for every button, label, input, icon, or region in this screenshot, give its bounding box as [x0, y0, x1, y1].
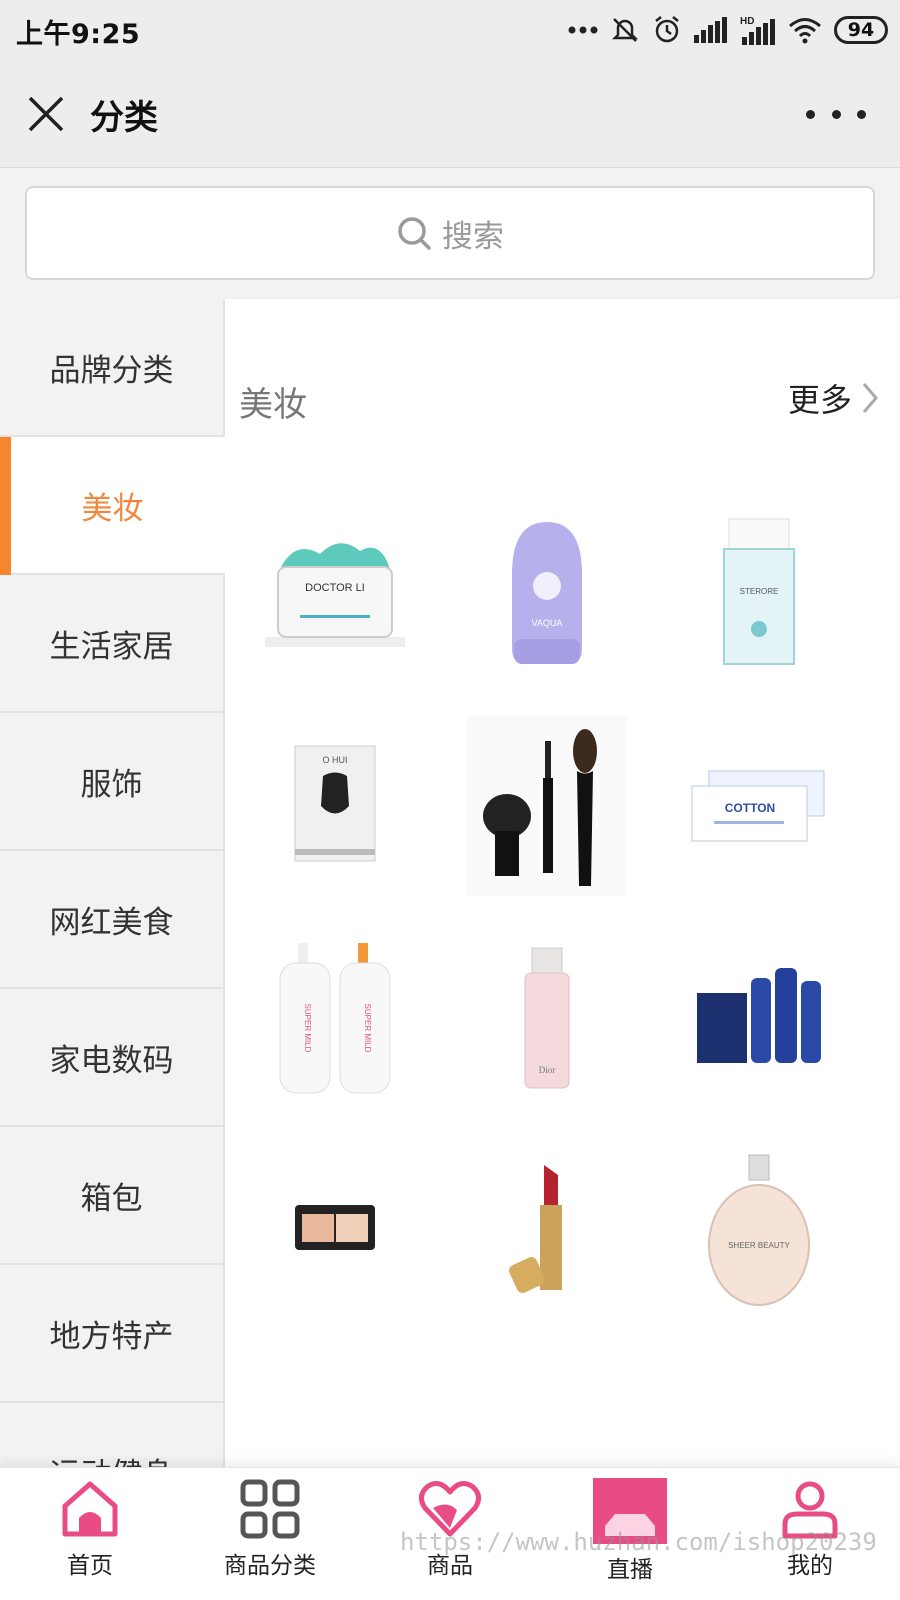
status-time: 上午9:25 [16, 19, 141, 50]
sidebar-item-electronics[interactable]: 家电数码 [0, 989, 225, 1127]
sunscreen-bottle-icon: VAQUA [512, 522, 582, 664]
search-area: 搜索 [0, 169, 900, 299]
product-item[interactable]: SHEER BEAUTY [659, 1135, 859, 1325]
watermark-text: https://www.huzhan.com/ishop20239 [400, 1528, 877, 1556]
svg-text:VAQUA: VAQUA [532, 618, 563, 628]
more-icon [806, 109, 815, 119]
svg-text:SUPER MILD: SUPER MILD [303, 1004, 312, 1053]
svg-text:DOCTOR LI: DOCTOR LI [305, 582, 365, 594]
status-bar: 上午9:25 HD 94 [0, 0, 900, 62]
sidebar-item-home-living[interactable]: 生活家居 [0, 575, 225, 713]
sidebar-item-brands[interactable]: 品牌分类 [0, 299, 225, 437]
hd-signal-icon: HD [740, 16, 775, 45]
sidebar-item-bags[interactable]: 箱包 [0, 1127, 225, 1265]
sidebar-item-sports[interactable]: 运动健身 [0, 1403, 225, 1467]
tab-home[interactable]: 首页 [0, 1468, 180, 1600]
search-icon [398, 217, 431, 250]
search-placeholder: 搜索 [442, 218, 504, 255]
product-item[interactable]: COTTON [659, 711, 859, 901]
sidebar-item-apparel[interactable]: 服饰 [0, 713, 225, 851]
product-item[interactable] [235, 1135, 435, 1325]
svg-text:SUPER MILD: SUPER MILD [363, 1004, 372, 1053]
tab-label: 商品分类 [224, 1553, 316, 1579]
category-content: 美妆 更多 DOCTOR LI VAQUA STERORE O HUI COTT… [225, 299, 900, 1467]
perfume-icon: SHEER BEAUTY [708, 1154, 810, 1306]
product-item[interactable]: STERORE [659, 499, 859, 689]
status-icons: HD 94 [568, 12, 888, 48]
cell-signal-icon [694, 17, 727, 43]
foundation-bottle-icon: Dior [524, 947, 570, 1089]
lipstick-icon [509, 1165, 562, 1293]
svg-text:O HUI: O HUI [322, 755, 347, 765]
chevron-right-icon [862, 383, 878, 413]
close-icon [28, 96, 64, 132]
product-item[interactable]: O HUI [235, 711, 435, 901]
product-item[interactable] [447, 711, 647, 901]
grid-icon [240, 1479, 300, 1539]
product-item[interactable]: VAQUA [447, 499, 647, 689]
product-item[interactable] [447, 1135, 647, 1325]
alarm-icon [655, 16, 679, 43]
perfume-bottle-icon: STERORE [723, 518, 795, 665]
sidebar-item-local-specialties[interactable]: 地方特产 [0, 1265, 225, 1403]
more-button[interactable] [806, 94, 866, 134]
product-item[interactable]: Dior [447, 923, 647, 1113]
svg-text:SHEER BEAUTY: SHEER BEAUTY [728, 1241, 790, 1250]
wifi-icon [789, 18, 821, 44]
powder-compact-icon [295, 1205, 375, 1250]
sidebar-item-beauty[interactable]: 美妆 [0, 437, 225, 575]
search-input[interactable]: 搜索 [25, 186, 875, 280]
more-label: 更多 [787, 381, 852, 419]
tab-label: 首页 [67, 1553, 113, 1579]
mens-care-set-icon [697, 968, 821, 1063]
page-title: 分类 [90, 98, 158, 138]
close-button[interactable] [24, 92, 68, 136]
svg-text:HD: HD [740, 16, 754, 27]
sidebar-item-snacks[interactable]: 网红美食 [0, 851, 225, 989]
nav-bar: 分类 [0, 62, 900, 168]
makeup-brush-set-icon [467, 716, 627, 896]
face-mask-icon: O HUI [294, 745, 376, 862]
category-title: 美妆 [239, 385, 307, 425]
svg-text:COTTON: COTTON [725, 801, 775, 815]
product-item[interactable]: SUPER MILD SUPER MILD [235, 923, 435, 1113]
product-item[interactable] [659, 923, 859, 1113]
cotton-pads-icon: COTTON [691, 770, 825, 842]
svg-text:STERORE: STERORE [740, 587, 779, 596]
cream-jar-icon: DOCTOR LI [265, 543, 405, 647]
shampoo-bottles-icon: SUPER MILD SUPER MILD [279, 943, 391, 1094]
more-dots-icon [568, 26, 598, 34]
product-item[interactable]: DOCTOR LI [235, 499, 435, 689]
home-icon [62, 1481, 118, 1537]
more-link[interactable]: 更多 [788, 375, 880, 421]
tab-categories[interactable]: 商品分类 [180, 1468, 360, 1600]
svg-text:Dior: Dior [539, 1065, 556, 1075]
product-grid: DOCTOR LI VAQUA STERORE O HUI COTTON SUP… [235, 499, 895, 1325]
battery-icon: 94 [834, 16, 888, 44]
category-sidebar: 品牌分类 美妆 生活家居 服饰 网红美食 家电数码 箱包 地方特产 运动健身 [0, 299, 225, 1467]
mute-icon [611, 18, 639, 42]
